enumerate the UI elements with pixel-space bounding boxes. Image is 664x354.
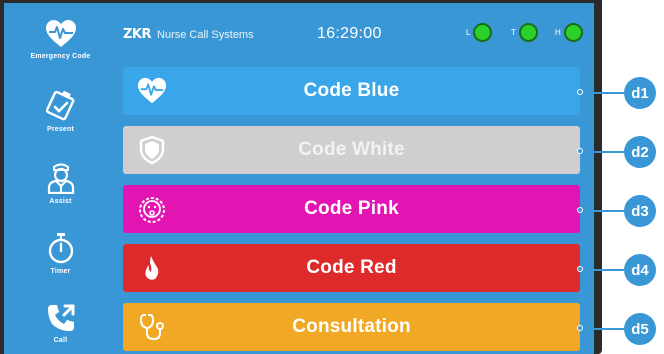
indicator-letter: L [466,28,471,37]
indicator-l: L [466,23,493,42]
heart-pulse-icon [137,77,167,104]
indicator-letter: H [555,28,561,37]
consultation-button[interactable]: Consultation [123,303,580,351]
sidebar-item-present[interactable]: Present [4,90,117,133]
shield-icon [139,135,165,165]
callout-line [583,328,624,330]
sidebar-item-label: Assist [49,198,72,205]
touch-screen: Emergency Code Present Assist Timer Call… [4,3,594,354]
nurse-icon [47,163,74,194]
callout-badge: d3 [624,195,656,227]
brand-logo: ZKR [123,27,152,42]
sidebar-item-label: Call [53,337,68,344]
sidebar-item-timer[interactable]: Timer [4,232,117,275]
badge-check-icon [45,90,74,121]
callout-badge: d2 [624,136,656,168]
callout-line [583,151,624,153]
callout-line [583,269,624,271]
callout-line [583,92,624,94]
sidebar: Emergency Code Present Assist Timer Call [4,3,117,354]
brand: ZKR Nurse Call Systems [123,27,254,42]
sidebar-item-label: Present [46,126,75,133]
sidebar-item-label: Timer [50,268,71,275]
sidebar-item-call[interactable]: Call [4,303,117,344]
baby-face-icon [139,197,165,223]
flame-icon [145,256,159,280]
code-label: Code White [298,139,405,160]
callout-badge: d5 [624,313,656,345]
clock: 16:29:00 [317,25,382,42]
header-bar: ZKR Nurse Call Systems 16:29:00 L T H [117,3,594,63]
code-red-button[interactable]: Code Red [123,244,580,292]
indicator-h: H [555,23,583,42]
status-light [518,23,538,42]
sidebar-item-emergency-code[interactable]: Emergency Code [4,19,117,60]
status-light [563,23,583,42]
code-pink-button[interactable]: Code Pink [123,185,580,233]
code-blue-button[interactable]: Code Blue [123,67,580,115]
indicator-t: T [511,23,538,42]
stethoscope-icon [139,314,164,341]
status-light [473,23,493,42]
stopwatch-icon [48,233,73,264]
phone-call-icon [47,304,74,331]
brand-subtitle: Nurse Call Systems [157,28,254,41]
heart-pulse-icon [45,20,76,47]
code-label: Code Red [306,257,397,278]
code-label: Code Pink [304,198,399,219]
callout-badge: d1 [624,77,656,109]
sidebar-item-assist[interactable]: Assist [4,161,117,205]
callout-line [583,210,624,212]
sidebar-item-label: Emergency Code [30,53,91,60]
callout-badge: d4 [624,254,656,286]
code-label: Code Blue [303,80,400,101]
device-frame: Emergency Code Present Assist Timer Call… [0,0,602,354]
indicator-letter: T [511,28,516,37]
code-white-button[interactable]: Code White [123,126,580,174]
code-label: Consultation [292,316,411,337]
